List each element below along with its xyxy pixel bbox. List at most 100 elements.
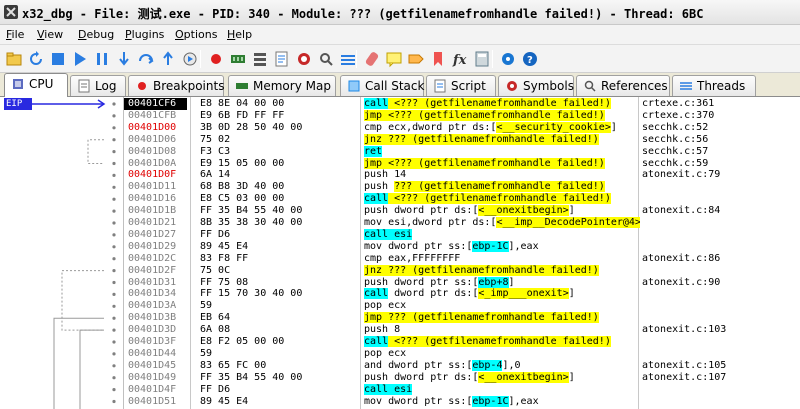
disasm-row[interactable]: 00401CFB E9 6B FD FF FF jmp <??? (getfilen…	[124, 109, 800, 122]
disasm-row[interactable]: 00401D51 89 45 E4 mov dword ptr ss:[ebp-1C…	[124, 395, 800, 408]
bookmarks-icon[interactable]	[428, 49, 448, 69]
source-info	[642, 193, 800, 205]
instruction-address: 00401D16	[128, 193, 177, 205]
instruction-address: 00401D1B	[128, 205, 177, 217]
instruction-bytes: FF 35 B4 55 40 00	[200, 205, 303, 217]
disasm-row[interactable]: 00401D3F E8 F2 05 00 00 call <??? (getfile…	[124, 336, 800, 348]
breakpoint-dot-icon	[138, 82, 146, 90]
disasm-row[interactable]: 00401D29 89 45 E4 mov dword ptr ss:[ebp-1C…	[124, 240, 800, 253]
calculator-icon[interactable]	[472, 49, 492, 69]
log-icon	[78, 79, 90, 93]
tab-log[interactable]: Log	[70, 75, 126, 96]
tab-breakpoints[interactable]: Breakpoints	[128, 75, 224, 96]
disasm-row[interactable]: 00401D06 75 02 jnz ??? (getfilenamefromhan…	[124, 133, 800, 146]
instruction-bytes: 3B 0D 28 50 40 00	[200, 121, 303, 133]
tab-cpu[interactable]: CPU	[4, 73, 68, 97]
pause-icon[interactable]	[92, 49, 112, 69]
disasm-row[interactable]: 00401CF6 E8 8E 04 00 00 call <??? (getfile…	[124, 98, 800, 110]
disasm-row[interactable]: 00401D08 F3 C3 ret secchk.c:57	[124, 145, 800, 158]
instruction-bytes: 83 F8 FF	[200, 252, 249, 264]
cpu-disassembly-pane[interactable]: EIP 00401CF6 E8 8E 04 00 00 call <??? (get…	[0, 97, 800, 409]
threads-icon	[680, 82, 692, 90]
tab-script[interactable]: Script	[426, 75, 496, 96]
threads-icon[interactable]	[338, 49, 358, 69]
tab-label: Memory Map	[253, 79, 331, 93]
instruction-address: 00401D44	[128, 347, 177, 359]
script-icon	[434, 79, 446, 93]
call-stack-icon[interactable]	[250, 49, 270, 69]
stop-icon[interactable]	[48, 49, 68, 69]
tab-symbols[interactable]: Symbols	[498, 75, 574, 96]
disasm-row[interactable]: 00401D1B FF 35 B4 55 40 00 push dword ptr …	[124, 205, 800, 217]
disasm-row[interactable]: 00401D3D 6A 08 push 8 atonexit.c:103	[124, 324, 800, 336]
instruction-bytes: 59	[200, 300, 213, 312]
open-icon[interactable]	[4, 49, 24, 69]
source-info: secchk.c:59	[642, 157, 709, 169]
instruction-address: 00401D34	[128, 288, 177, 300]
tab-memory-map[interactable]: Memory Map	[228, 75, 336, 96]
script-icon[interactable]	[272, 49, 292, 69]
source-info: atonexit.c:84	[642, 205, 721, 217]
disasm-row[interactable]: 00401D0A E9 15 05 00 00 jmp <??? (getfilen…	[124, 157, 800, 170]
row-bullet	[112, 340, 116, 344]
tab-references[interactable]: References	[576, 75, 670, 96]
references-icon[interactable]	[316, 49, 336, 69]
disasm-row[interactable]: 00401D2F 75 0C jnz ??? (getfilenamefromhan…	[124, 264, 800, 277]
breakpoint-icon[interactable]	[206, 49, 226, 69]
disasm-row[interactable]: 00401D34 FF 15 70 30 40 00 call dword ptr …	[124, 288, 800, 300]
menu-debug[interactable]: Debug	[78, 28, 114, 41]
instruction-text: mov esi,dword ptr ds:[<__imp__DecodePoin…	[364, 217, 640, 228]
labels-icon[interactable]	[406, 49, 426, 69]
help-icon[interactable]: ?	[520, 49, 540, 69]
instruction-text: jnz ??? (getfilenamefromhandle failed!)	[364, 264, 599, 276]
instruction-address: 00401D21	[128, 217, 177, 228]
execute-till-return-icon[interactable]	[158, 49, 178, 69]
disasm-row[interactable]: 00401D16 E8 C5 03 00 00 call <??? (getfile…	[124, 193, 800, 205]
symbols-icon[interactable]	[294, 49, 314, 69]
jump-line-jmp	[53, 317, 104, 409]
source-info	[642, 181, 800, 193]
disasm-row[interactable]: 00401D0F 6A 14 push 14 atonexit.c:79	[124, 169, 800, 181]
menu-file[interactable]: File	[6, 28, 24, 41]
comments-icon[interactable]	[384, 49, 404, 69]
disasm-row[interactable]: 00401D31 FF 75 08 push dword ptr ss:[ebp+8…	[124, 276, 800, 289]
disasm-row[interactable]: 00401D2C 83 F8 FF cmp eax,FFFFFFFF atonexit…	[124, 253, 800, 265]
disasm-row[interactable]: 00401D21 8B 35 38 30 40 00 mov esi,dword p…	[124, 217, 800, 229]
menu-view[interactable]: View	[37, 28, 63, 41]
step-into-icon[interactable]	[114, 49, 134, 69]
instruction-bytes: 59	[200, 347, 213, 359]
restart-icon[interactable]	[26, 49, 46, 69]
menu-plugins[interactable]: Plugins	[125, 28, 164, 41]
menu-help[interactable]: Help	[227, 28, 252, 41]
disasm-row[interactable]: 00401D27 FF D6 call esi	[124, 228, 800, 241]
disasm-row[interactable]: 00401D44 59 pop ecx	[124, 348, 800, 360]
options-icon[interactable]	[498, 49, 518, 69]
run-icon[interactable]	[70, 49, 90, 69]
source-info: atonexit.c:103	[642, 324, 727, 336]
step-over-icon[interactable]	[136, 49, 156, 69]
disasm-row[interactable]: 00401D49 FF 35 B4 55 40 00 push dword ptr …	[124, 371, 800, 384]
tab-threads[interactable]: Threads	[672, 75, 756, 96]
instruction-text: mov dword ptr ss:[ebp-1C],eax	[364, 395, 539, 407]
memory-map-icon[interactable]	[228, 49, 248, 69]
disasm-row[interactable]: 00401D4F FF D6 call esi	[124, 383, 800, 396]
instruction-address: 00401D29	[128, 240, 177, 252]
patch-icon[interactable]	[362, 49, 382, 69]
instruction-text: jnz ??? (getfilenamefromhandle failed!)	[364, 133, 599, 145]
svg-text:?: ?	[527, 55, 533, 66]
instruction-address: 00401D49	[128, 371, 177, 383]
source-info: secchk.c:52	[642, 121, 709, 133]
disasm-row[interactable]: 00401D11 68 B8 3D 40 00 push ??? (getfilen…	[124, 181, 800, 193]
instruction-bytes: 75 0C	[200, 264, 231, 276]
menu-options[interactable]: Options	[175, 28, 217, 41]
disasm-row[interactable]: 00401D3A 59 pop ecx	[124, 300, 800, 312]
instruction-text: and dword ptr ss:[ebp-4],0	[364, 359, 521, 371]
svg-text:fx: fx	[452, 53, 467, 68]
disasm-row[interactable]: 00401D45 83 65 FC 00 and dword ptr ss:[ebp…	[124, 359, 800, 372]
disasm-row[interactable]: 00401D3B EB 64 jmp ??? (getfilenamefromhan…	[124, 312, 800, 324]
disassembly-view[interactable]: 00401CF6 E8 8E 04 00 00 call <??? (getfile…	[124, 97, 800, 409]
disasm-row[interactable]: 00401D00 3B 0D 28 50 40 00 cmp ecx,dword p…	[124, 121, 800, 134]
tab-call-stack[interactable]: Call Stack	[340, 75, 424, 96]
functions-icon[interactable]: fx	[450, 49, 470, 69]
run-to-user-code-icon[interactable]	[180, 49, 200, 69]
